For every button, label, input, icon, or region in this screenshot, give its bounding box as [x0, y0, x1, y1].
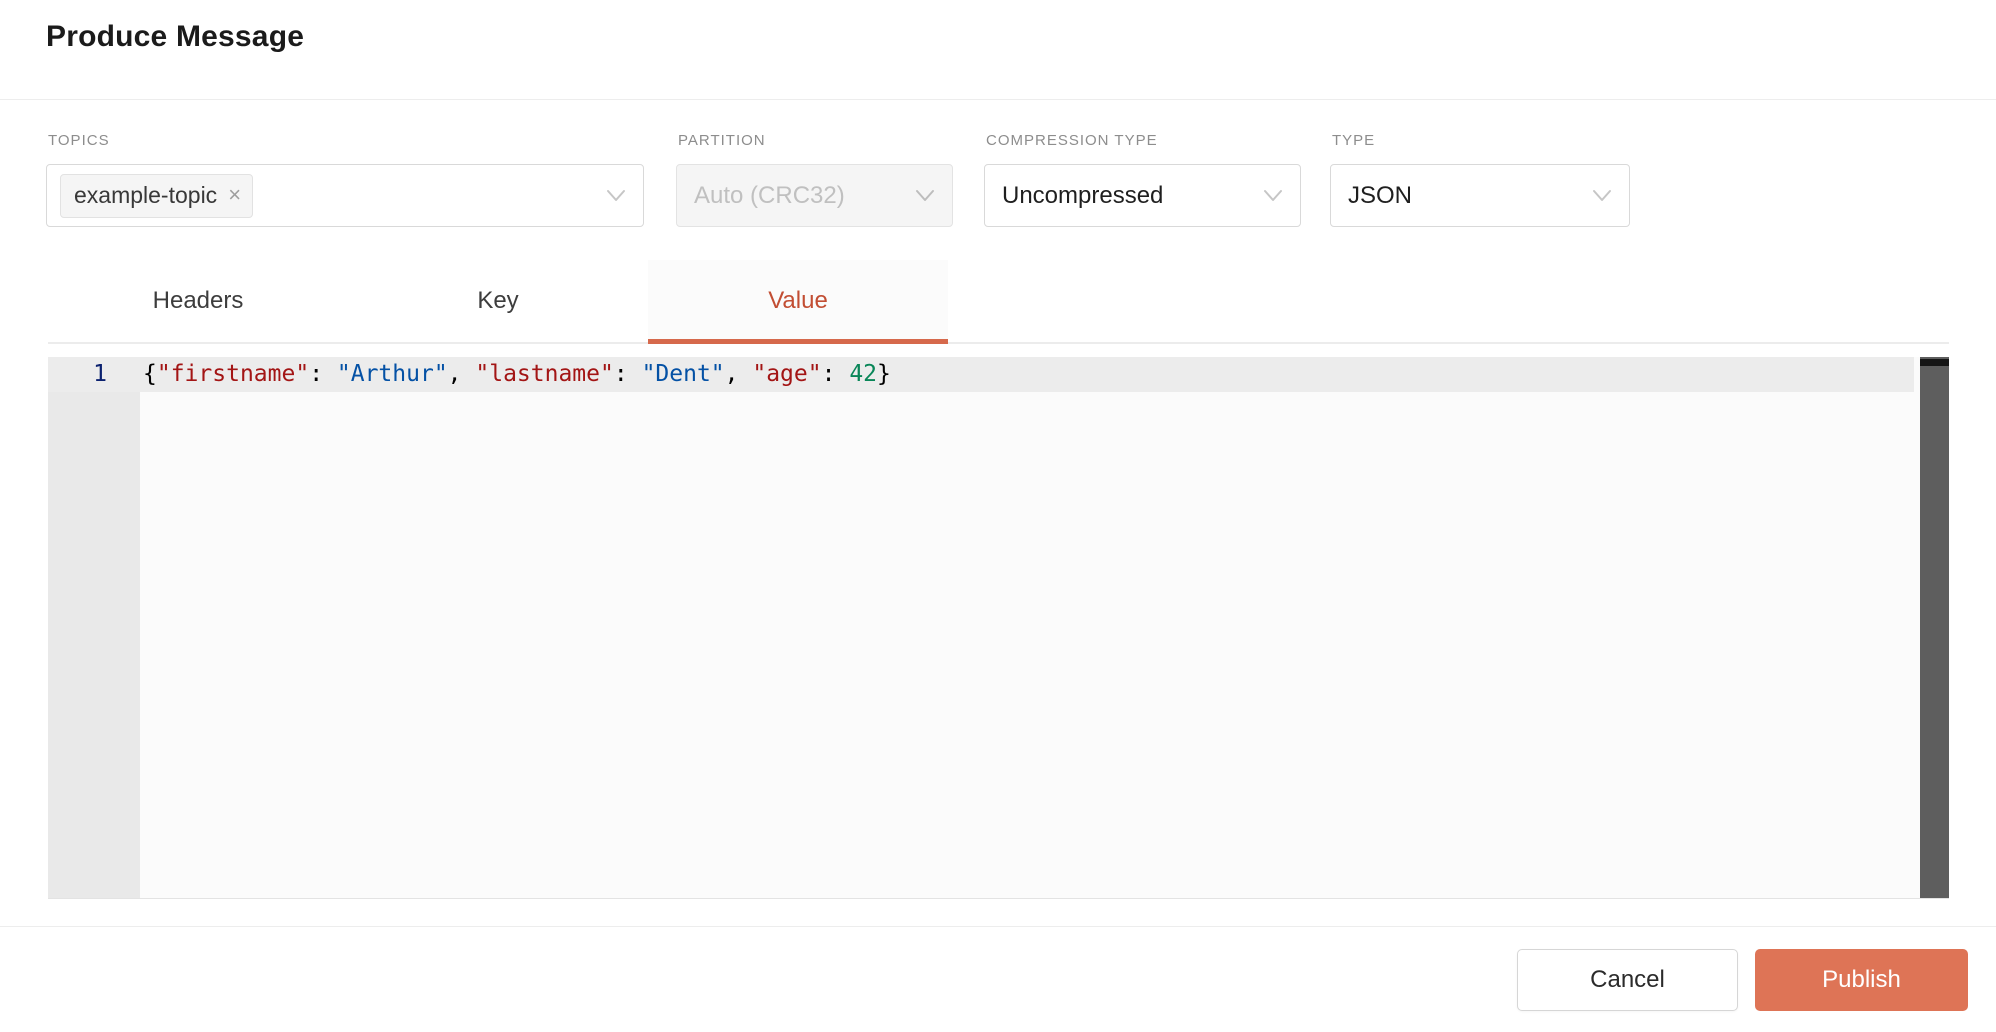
page-title: Produce Message	[46, 20, 304, 54]
editor-tabs: Headers Key Value	[48, 260, 1949, 344]
editor-scrollbar[interactable]	[1920, 357, 1949, 898]
header-divider	[0, 99, 1996, 100]
type-select[interactable]: JSON	[1330, 164, 1630, 227]
value-code-editor[interactable]: 1 {"firstname": "Arthur", "lastname": "D…	[48, 357, 1949, 899]
chevron-down-icon	[1262, 189, 1284, 203]
tab-value[interactable]: Value	[648, 260, 948, 342]
code-line[interactable]: {"firstname": "Arthur", "lastname": "Den…	[143, 357, 891, 392]
chevron-down-icon	[1591, 189, 1613, 203]
compression-type-label: COMPRESSION TYPE	[986, 132, 1158, 149]
compression-type-select[interactable]: Uncompressed	[984, 164, 1301, 227]
topics-select[interactable]: example-topic ×	[46, 164, 644, 227]
remove-topic-icon[interactable]: ×	[228, 184, 241, 206]
topic-tag: example-topic ×	[60, 174, 253, 218]
partition-value: Auto (CRC32)	[677, 182, 845, 210]
tab-headers[interactable]: Headers	[48, 260, 348, 342]
topic-tag-label: example-topic	[74, 182, 217, 209]
publish-button[interactable]: Publish	[1755, 949, 1968, 1011]
line-number: 1	[48, 357, 107, 392]
chevron-down-icon	[914, 189, 936, 203]
footer-divider	[0, 926, 1996, 927]
scrollbar-thumb[interactable]	[1920, 359, 1949, 366]
partition-label: PARTITION	[678, 132, 766, 149]
partition-select: Auto (CRC32)	[676, 164, 953, 227]
cancel-button[interactable]: Cancel	[1517, 949, 1738, 1011]
type-value: JSON	[1331, 182, 1412, 210]
tab-key[interactable]: Key	[348, 260, 648, 342]
type-label: TYPE	[1332, 132, 1375, 149]
topics-label: TOPICS	[48, 132, 110, 149]
chevron-down-icon	[605, 189, 627, 203]
editor-gutter	[48, 357, 140, 898]
compression-type-value: Uncompressed	[985, 182, 1163, 210]
